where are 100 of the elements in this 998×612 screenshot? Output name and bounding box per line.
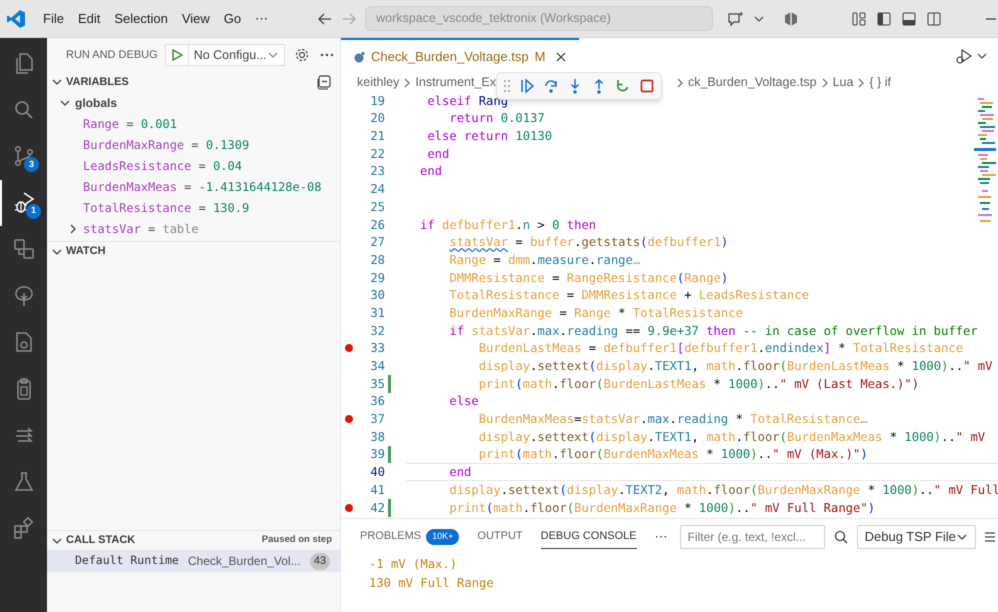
code-line: if statsVar.max.reading == 9.9e+37 then -- in case of overflow in buffer (448, 324, 978, 337)
line-number: 32 (369, 322, 385, 340)
back-arrow-icon[interactable] (317, 10, 334, 26)
code-line: else (448, 395, 479, 408)
variable-row[interactable]: TotalResistance = 130.9 (47, 197, 340, 218)
scope-label: globals (75, 94, 118, 112)
notification-count: 3 (24, 157, 39, 172)
session-dropdown[interactable]: Debug TSP File (856, 525, 976, 549)
variable-row[interactable]: BurdenMaxMeas = -1.4131644128e-08 (47, 176, 340, 197)
line-number: 22 (369, 146, 385, 163)
variable-entry: TotalResistance = 130.9 (83, 200, 250, 216)
line-number: 35 (369, 376, 385, 393)
line-number: 33 (369, 340, 385, 358)
panel-tab[interactable]: OUTPUT (477, 525, 523, 549)
code-line: BurdenMaxRange = Range * TotalResistance (448, 306, 743, 320)
more-button[interactable]: ⋯ (654, 527, 668, 547)
configuration-label: No Configu... (194, 46, 267, 64)
variable-entry: BurdenMaxMeas = -1.4131644128e-08 (83, 178, 322, 196)
line-number: 20 (369, 110, 385, 128)
line-number: 41 (369, 482, 385, 499)
line-number: 26 (369, 216, 385, 234)
line-number: 39 (369, 446, 385, 464)
activity-bar-item[interactable]: 3 (0, 133, 47, 180)
code-line: DMMResistance = RangeResistance(Range) (448, 272, 728, 284)
line-number: 27 (369, 234, 385, 252)
code-line: return 0.0137 (448, 112, 545, 125)
play-icon (170, 49, 183, 61)
menu-item[interactable]: Selection (107, 8, 175, 28)
breadcrumb-item[interactable]: ck_Burden_Voltage.tsp (688, 73, 817, 92)
breadcrumb-item[interactable]: keithley (357, 73, 400, 92)
panel-title: RUN AND DEBUG (66, 48, 158, 63)
extensions-icon (12, 516, 36, 540)
split-layout-icon[interactable] (926, 10, 942, 26)
code-line: end (426, 148, 450, 160)
settings-icon[interactable] (294, 47, 310, 63)
variable-row[interactable]: LeadsResistance = 0.04 (47, 155, 340, 176)
variable-entry: statsVar = table (83, 220, 199, 238)
line-number: 37 (369, 411, 385, 428)
restart-icon[interactable] (615, 78, 631, 94)
tab-label: Check_Burden_Voltage.tsp (371, 48, 529, 66)
variable-row[interactable]: Range = 0.001 (47, 113, 340, 134)
code-line: BurdenLastMeas = defbuffer1[defbuffer1.endindex] * TotalResistance (478, 342, 964, 355)
search-icon[interactable] (832, 529, 849, 545)
notification-count: 1 (26, 204, 41, 218)
section-header[interactable]: VARIABLES (47, 72, 340, 92)
continue-icon[interactable] (519, 78, 535, 94)
stop-icon[interactable] (639, 78, 655, 94)
code-line: statsVar = buffer.getstats(defbuffer1) (448, 236, 728, 248)
line-number: 23 (369, 163, 385, 180)
frame-file: Check_Burden_Vol... (188, 553, 301, 570)
breadcrumb-item[interactable]: { } if (869, 73, 891, 92)
close-icon[interactable] (555, 50, 568, 62)
section-title: WATCH (66, 244, 106, 260)
variable-entry: Range = 0.001 (83, 116, 177, 132)
line-number: 25 (369, 198, 385, 216)
panel-tab[interactable]: DEBUG CONSOLE (540, 525, 637, 549)
menu-item[interactable]: File (36, 8, 71, 28)
code-line: print(math.floor(BurdenLastMeas * 1000).." mV (Last Meas.)") (478, 378, 920, 390)
section-header[interactable]: WATCH (47, 241, 340, 261)
code-line: else return 10130 (426, 130, 552, 142)
stack-frame-row[interactable]: Default Runtime Check_Burden_Vol... 43 (47, 550, 340, 572)
panel-toggle-icon[interactable] (901, 10, 917, 26)
scope-row[interactable]: globals (47, 92, 340, 113)
drag-handle-icon[interactable] (503, 79, 511, 93)
panel-tab[interactable]: PROBLEMS 10K+ (360, 525, 460, 549)
variable-row[interactable]: BurdenMaxRange = 0.1309 (47, 134, 340, 155)
breadcrumb-item[interactable]: Instrument_Ex (415, 73, 496, 92)
breadcrumb-item[interactable]: Lua (832, 73, 854, 92)
step-over-icon[interactable] (543, 78, 559, 94)
code-line: end (448, 466, 472, 478)
code-line: display.settext(display.TEXT1, math.floor(BurdenLastMeas * 1000).." mV (478, 360, 992, 372)
code-line: BurdenMaxMeas=statsVar.max.reading * TotalResistance… (478, 413, 868, 426)
line-number: 42 (369, 500, 385, 517)
file-type-icon (353, 50, 365, 62)
variable-entry: LeadsResistance = 0.04 (83, 158, 242, 174)
layout-icon[interactable] (851, 10, 867, 26)
line-number: 40 (369, 464, 385, 482)
play-bug-icon (955, 48, 973, 64)
collapse-all-icon[interactable] (316, 74, 332, 90)
bug-play-icon (12, 190, 36, 215)
sidebar-toggle-icon[interactable] (876, 10, 892, 26)
hexagon-icon[interactable] (783, 10, 799, 26)
menu-item[interactable]: ⋯ (248, 8, 276, 28)
code-line: Range = dmm.measure.range… (448, 254, 640, 266)
squares-icon (12, 237, 36, 262)
filter-field[interactable]: Filter (e.g. text, !excl... (680, 525, 825, 549)
menu-item[interactable]: Go (216, 8, 248, 28)
menu-item[interactable]: Edit (70, 8, 108, 28)
filter-list-icon[interactable] (984, 530, 996, 544)
variable-row[interactable]: statsVar = table (47, 218, 340, 239)
menu-item[interactable]: View (174, 8, 217, 28)
section-title: VARIABLES (66, 74, 129, 90)
frame-line-number: 43 (310, 552, 330, 570)
line-number: 19 (369, 92, 385, 110)
console-output-line: 130 mV Full Range (368, 575, 495, 592)
flask-icon (12, 470, 36, 494)
line-number: 31 (369, 304, 385, 322)
chat-icon[interactable] (727, 10, 745, 26)
problems-count: 10K+ (426, 528, 460, 544)
line-number: 30 (369, 287, 385, 304)
